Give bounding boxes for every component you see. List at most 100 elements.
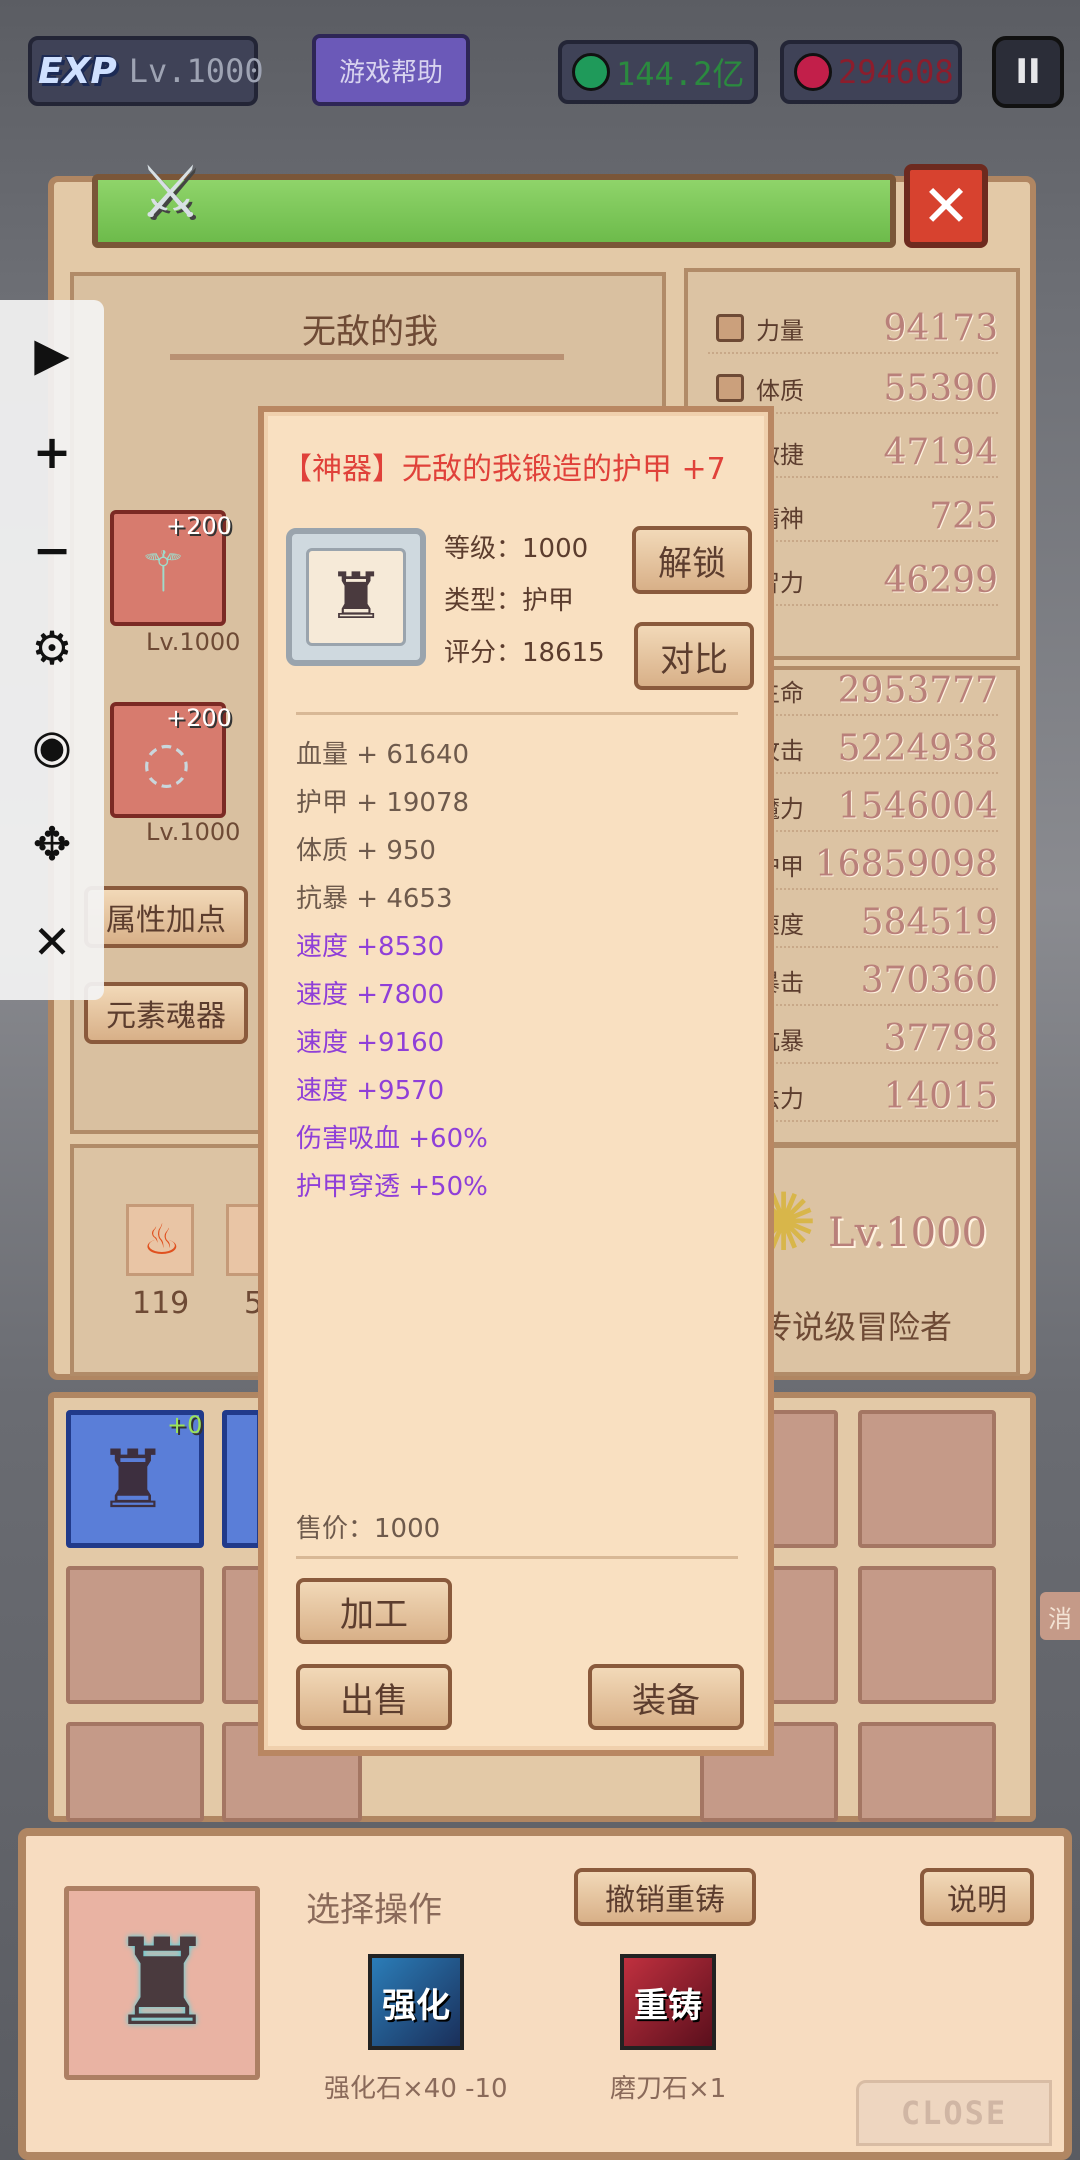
enhance-skill-button[interactable]: 强化 [368, 1954, 464, 2050]
bonus-attribute: 速度 +9570 [296, 1076, 445, 1106]
stat-value: 16859098 [814, 843, 998, 885]
stat-value: 370360 [860, 959, 998, 1001]
name-divider [170, 354, 564, 360]
enhance-badge: +0 [167, 1411, 203, 1439]
stat-value: 94173 [883, 307, 998, 349]
element-soul-button[interactable]: 元素魂器 [84, 982, 248, 1044]
stat-row: 力量 94173 [708, 304, 998, 354]
stat-value: 2953777 [837, 669, 998, 711]
item-level: 等级：1000 [444, 534, 589, 564]
sell-button[interactable]: 出售 [296, 1664, 452, 1730]
strength-icon [716, 314, 744, 342]
inventory-slot[interactable] [858, 1722, 996, 1822]
exp-logo: EXP [38, 50, 117, 92]
item-title: 【神器】无敌的我锻造的护甲 +7 [282, 452, 726, 487]
eye-icon[interactable]: ◉ [18, 712, 86, 780]
popup-divider [296, 712, 738, 715]
base-attribute: 抗暴 + 4653 [296, 884, 453, 914]
stat-value: 55390 [883, 367, 998, 409]
green-gem-amount: 144.2亿 [616, 55, 745, 93]
inventory-slot[interactable] [858, 1410, 996, 1548]
inventory-slot[interactable] [858, 1566, 996, 1704]
pause-button[interactable]: II [992, 36, 1064, 108]
armor-icon: ♜ [97, 1433, 169, 1526]
compare-button[interactable]: 对比 [634, 622, 754, 690]
item-type: 类型：护甲 [444, 586, 575, 616]
close-icon: ✕ [921, 172, 971, 240]
reforge-cost: 磨刀石×1 [610, 2074, 727, 2104]
bonus-attribute: 速度 +7800 [296, 980, 445, 1010]
base-attribute: 体质 + 950 [296, 836, 436, 866]
character-rank-title: 传说级冒险者 [760, 1308, 953, 1346]
weapon-level: Lv.1000 [146, 628, 241, 656]
base-attribute: 护甲 + 19078 [296, 788, 470, 818]
operation-title: 选择操作 [306, 1890, 442, 1930]
stat-value: 5224938 [837, 727, 998, 769]
game-help-button[interactable]: 游戏帮助 [312, 34, 470, 106]
inventory-slot[interactable] [222, 1566, 262, 1704]
stat-value: 725 [929, 495, 998, 537]
armor-icon: ♜ [108, 1913, 216, 2053]
bonus-attribute: 速度 +8530 [296, 932, 445, 962]
move-icon[interactable]: ✥ [18, 810, 86, 878]
undo-reforge-button[interactable]: 撤销重铸 [574, 1868, 756, 1926]
stat-value: 1546004 [837, 785, 998, 827]
fire-element-cell[interactable]: ♨ [126, 1204, 194, 1276]
item-score: 评分：18615 [444, 638, 605, 668]
level-display: EXP Lv.1000 [28, 36, 264, 106]
enhance-icon: 强化 [382, 1985, 450, 2026]
attribute-points-button[interactable]: 属性加点 [84, 886, 248, 948]
process-button[interactable]: 加工 [296, 1578, 452, 1644]
stat-value: 37798 [883, 1017, 998, 1059]
stat-value: 14015 [883, 1075, 998, 1117]
character-name: 无敌的我 [302, 312, 438, 352]
inventory-slot[interactable] [66, 1722, 204, 1822]
constitution-icon [716, 374, 744, 402]
fire-element-count: 119 [132, 1286, 190, 1321]
item-icon-frame: ♜ [286, 528, 426, 666]
bonus-attribute: 伤害吸血 +60% [296, 1124, 488, 1154]
armor-icon: ♜ [327, 560, 385, 634]
selected-item-slot: ♜ [64, 1886, 260, 2080]
enhance-badge: +200 [166, 512, 232, 540]
fire-icon: ♨ [143, 1215, 181, 1264]
side-tab[interactable]: 消 [1040, 1592, 1080, 1640]
play-icon[interactable]: ▶ [18, 320, 86, 388]
stat-value: 47194 [883, 431, 998, 473]
character-rank-level: Lv.1000 [828, 1210, 987, 1256]
red-gem-icon [794, 53, 832, 91]
inventory-slot[interactable] [66, 1566, 204, 1704]
player-level: Lv.1000 [128, 52, 264, 90]
weapon-slot[interactable]: +200 ⚚ [110, 510, 232, 626]
red-gem-amount: 294608 [838, 53, 954, 91]
stat-value: 46299 [883, 559, 998, 601]
minus-icon[interactable]: − [18, 516, 86, 584]
green-gem-icon [572, 53, 610, 91]
unlock-button[interactable]: 解锁 [632, 526, 752, 594]
bonus-attribute: 护甲穿透 +50% [296, 1172, 488, 1202]
help-button[interactable]: 说明 [920, 1868, 1034, 1926]
popup-divider [296, 1556, 738, 1559]
plus-icon[interactable]: + [18, 418, 86, 486]
enhance-cost: 强化石×40 -10 [324, 2074, 508, 2104]
close-icon[interactable]: ✕ [18, 908, 86, 976]
green-gem-counter: 144.2亿 [558, 40, 758, 104]
reforge-skill-button[interactable]: 重铸 [620, 1954, 716, 2050]
floating-toolbar: ▶ + − ⚙ ◉ ✥ ✕ [0, 300, 104, 1000]
red-gem-counter: 294608 [780, 40, 962, 104]
base-attribute: 血量 + 61640 [296, 740, 470, 770]
item-icon-inner: ♜ [306, 548, 406, 646]
close-button[interactable]: CLOSE [856, 2080, 1052, 2146]
gear-icon[interactable]: ⚙ [18, 614, 86, 682]
close-panel-button[interactable]: ✕ [904, 164, 988, 248]
staff-icon: ⚚ [138, 540, 189, 605]
equip-button[interactable]: 装备 [588, 1664, 744, 1730]
inventory-slot[interactable] [222, 1410, 262, 1548]
ring-level: Lv.1000 [146, 818, 241, 846]
reforge-icon: 重铸 [634, 1985, 702, 2026]
ring-slot[interactable]: +200 ◌ [110, 702, 232, 818]
stat-value: 584519 [860, 901, 998, 943]
bonus-attribute: 速度 +9160 [296, 1028, 445, 1058]
inventory-slot[interactable]: +0 ♜ [66, 1410, 204, 1548]
enhance-badge: +200 [166, 704, 232, 732]
